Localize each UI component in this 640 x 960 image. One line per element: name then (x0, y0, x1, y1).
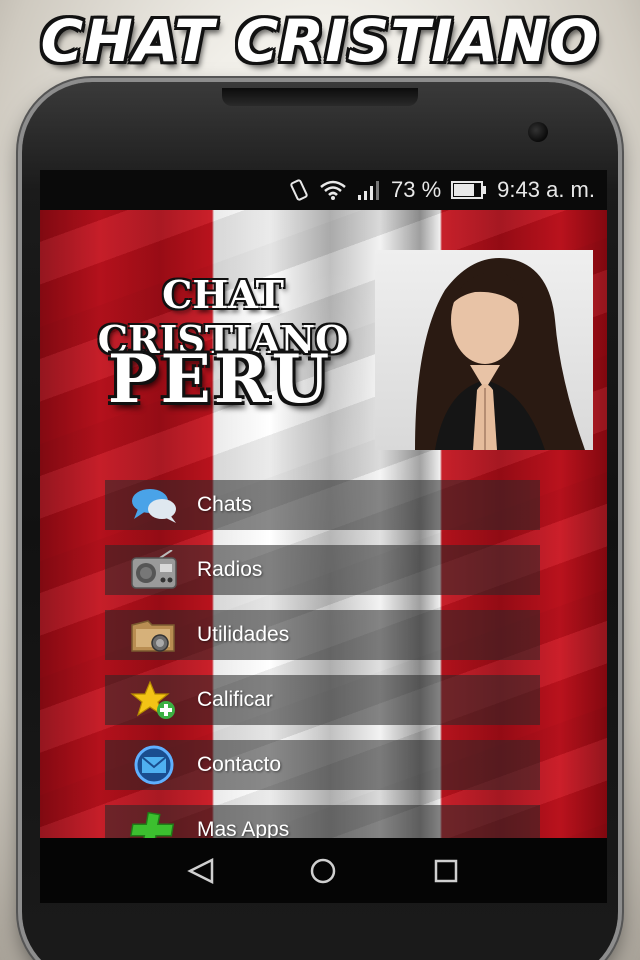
menu-item-label: Calificar (197, 688, 273, 711)
main-menu: Chats Radios Utilidades Calificar Contac… (105, 480, 540, 870)
tools-icon (129, 615, 179, 655)
promo-title: CHAT CRISTIANO PERU (40, 7, 600, 153)
recents-icon[interactable] (426, 851, 466, 891)
wifi-icon (319, 179, 347, 201)
menu-item-utilidades[interactable]: Utilidades (105, 610, 540, 660)
praying-woman-image (375, 250, 593, 450)
menu-item-radios[interactable]: Radios (105, 545, 540, 595)
status-bar: 73 % 9:43 a. m. (40, 170, 607, 210)
menu-item-chats[interactable]: Chats (105, 480, 540, 530)
battery-percent: 73 % (391, 177, 442, 202)
speaker-grille (222, 88, 418, 106)
star-icon (129, 680, 179, 720)
menu-item-label: Radios (197, 558, 263, 581)
vibrate-icon (289, 178, 309, 202)
menu-item-label: Contacto (197, 753, 282, 776)
home-icon[interactable] (303, 851, 343, 891)
navigation-bar (40, 838, 607, 903)
header-title-line2: PERU (107, 340, 333, 418)
chat-bubbles-icon (129, 485, 179, 525)
front-camera (528, 122, 548, 142)
signal-icon (357, 179, 381, 201)
menu-item-label: Utilidades (197, 623, 290, 646)
menu-item-contacto[interactable]: Contacto (105, 740, 540, 790)
flag-background: CHAT CRISTIANO PERU Chats Radios Utilida… (40, 210, 607, 903)
back-icon[interactable] (181, 851, 221, 891)
battery-icon (451, 180, 487, 200)
phone-screen: 73 % 9:43 a. m. CHAT CRISTIANO PERU Chat… (40, 170, 607, 903)
mail-icon (129, 745, 179, 785)
menu-item-calificar[interactable]: Calificar (105, 675, 540, 725)
status-time: 9:43 a. m. (497, 177, 595, 202)
radio-icon (129, 550, 179, 590)
menu-item-label: Chats (197, 493, 252, 516)
